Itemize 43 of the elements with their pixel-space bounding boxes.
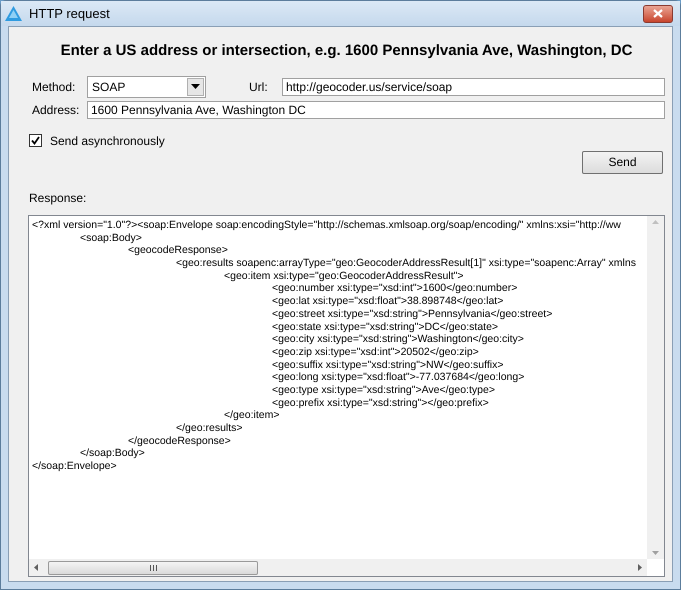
xml-line: <geo:number xsi:type="xsd:int">1600</geo:number> [272,282,518,294]
url-field[interactable]: http://geocoder.us/service/soap [282,78,665,96]
xml-line: <geo:type xsi:type="xsd:string">Ave</geo:type> [272,384,495,396]
window-title: HTTP request [29,4,110,23]
response-textbox[interactable] [28,215,665,577]
xml-line: <geo:street xsi:type="xsd:string">Pennsylvania</geo:street> [272,308,552,320]
xml-line: <geo:state xsi:type="xsd:string">DC</geo:state> [272,320,498,332]
send-button[interactable]: Send [582,150,663,174]
scroll-left-icon[interactable] [34,564,38,571]
async-label: Send asynchronously [50,132,165,150]
xml-line: <geo:long xsi:type="xsd:float">-77.037684</geo:long> [272,371,524,384]
xml-line: </soap:Envelope> [32,460,117,472]
xml-line: <geo:zip xsi:type="xsd:int">20502</geo:zip> [272,346,479,358]
xml-line: </geo:item> [224,409,280,422]
grip-icon [150,564,156,570]
xml-line: <soap:Body> [80,232,142,244]
xml-line: <?xml version="1.0"?><soap:Envelope soap:encodingStyle="http://schemas.xmlsoap.org/soap/encoding/" xmlns:xsi="http://ww [32,219,621,231]
method-label: Method: [32,78,76,96]
xml-line: <geocodeResponse> [128,244,228,256]
close-button[interactable] [643,4,673,22]
async-checkbox[interactable] [29,134,42,147]
xml-line: <geo:results soapenc:arrayType="geo:GeocoderAddressResult[1]" xsi:type="soapenc:Array" xmlns [176,257,636,270]
xml-line: <geo:lat xsi:type="xsd:float">38.898748</geo:lat> [272,295,504,308]
instruction-heading: Enter a US address or intersection, e.g. 1600 Pennsylvania Ave, Washington, DC [60,41,634,61]
app-icon [5,6,22,21]
xml-line: </geocodeResponse> [128,434,231,447]
caret-icon [191,84,200,89]
scroll-right-icon[interactable] [638,564,642,571]
xml-line: </geo:results> [176,422,243,434]
address-label: Address: [32,102,80,118]
address-field[interactable]: 1600 Pennsylvania Ave, Washington DC [87,100,665,118]
xml-line: <geo:city xsi:type="xsd:string">Washington</geo:city> [272,333,524,346]
url-label: Url: [249,78,269,96]
xml-line: </soap:Body> [80,447,145,460]
response-label: Response: [29,190,88,206]
horizontal-scrollbar[interactable] [29,559,647,576]
xml-line: <geo:prefix xsi:type="xsd:string"></geo:prefix> [272,396,489,409]
scroll-thumb[interactable] [48,560,258,574]
dropdown-button[interactable] [187,78,204,96]
xml-line: <geo:suffix xsi:type="xsd:string">NW</geo:suffix> [272,358,504,371]
xml-line: <geo:item xsi:type="geo:GeocoderAddressResult"> [224,270,464,282]
method-dropdown[interactable]: SOAP [87,76,206,98]
close-icon [653,9,663,18]
